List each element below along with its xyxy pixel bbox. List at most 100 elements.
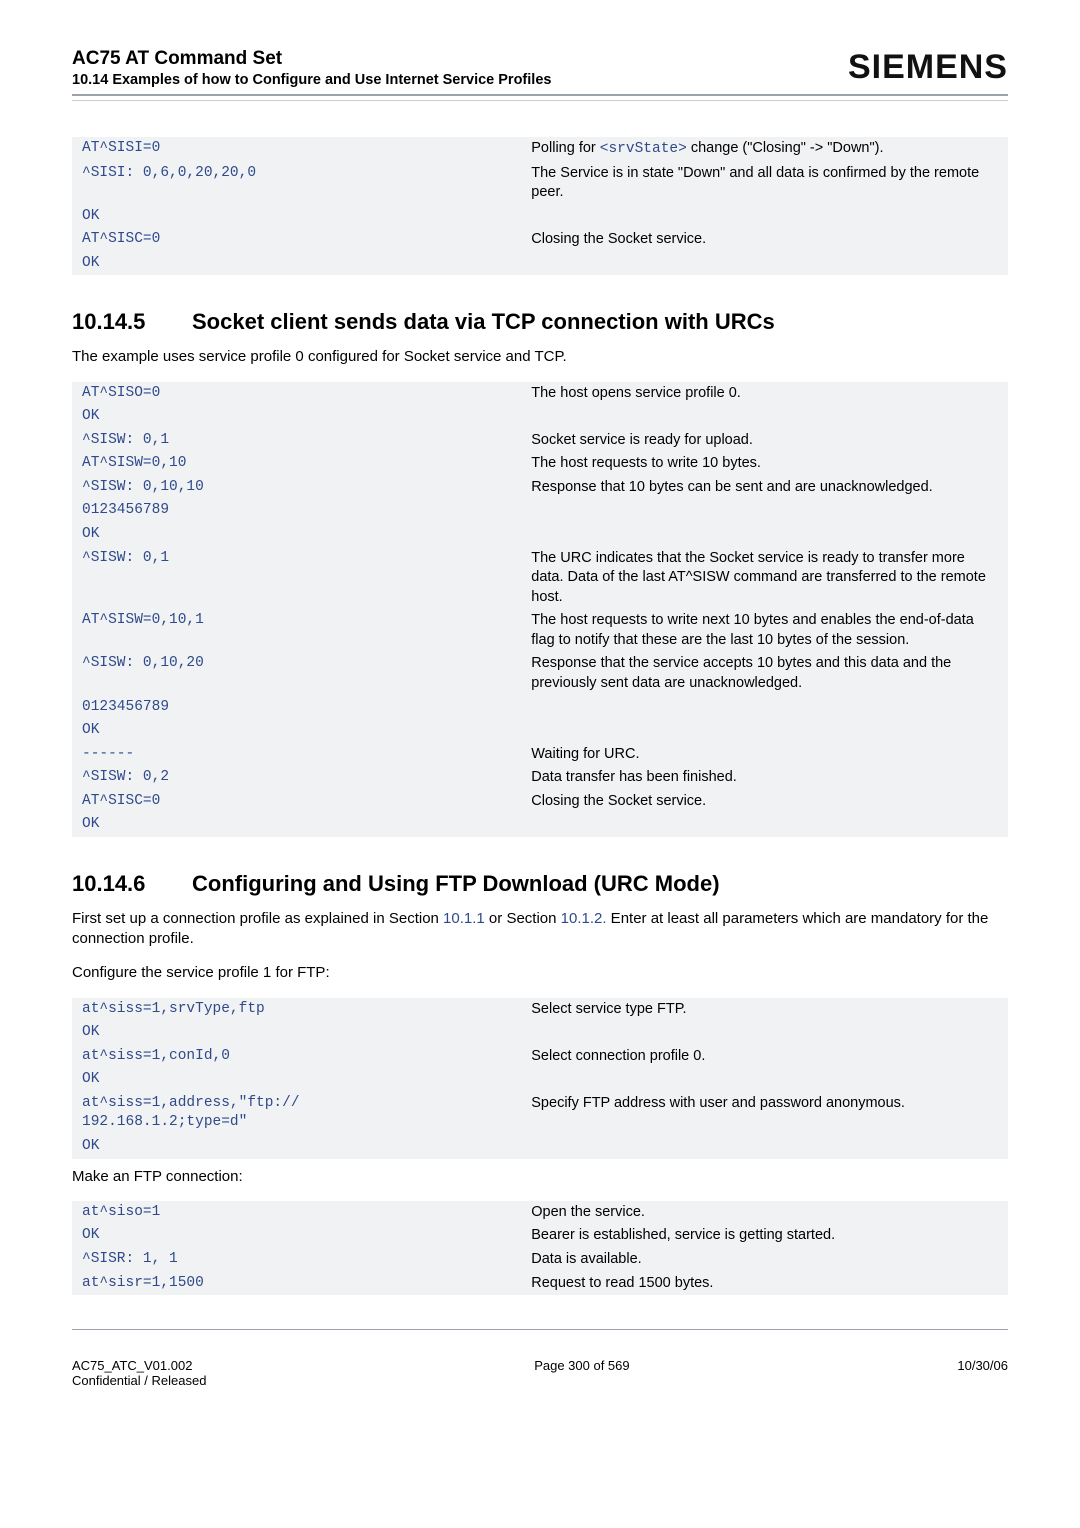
example-table-sec2b: at^siso=1Open the service. OKBearer is e… (72, 1201, 1008, 1295)
sub-caption: Make an FTP connection: (72, 1167, 1008, 1187)
code-cell: 0123456789 (72, 499, 521, 523)
code-cell: ^SISW: 0,10,20 (72, 652, 521, 695)
section-title: Configuring and Using FTP Download (URC … (192, 871, 720, 896)
code-cell: OK (72, 523, 521, 547)
section-number: 10.14.5 (72, 309, 192, 335)
footer-rule (72, 1329, 1008, 1330)
page-footer: AC75_ATC_V01.002 Confidential / Released… (72, 1358, 1008, 1388)
code-cell: at^siss=1,srvType,ftp (72, 998, 521, 1022)
desc-cell: The host opens service profile 0. (521, 382, 1008, 406)
code-cell: at^siss=1,address,"ftp:// 192.168.1.2;ty… (72, 1092, 521, 1135)
desc-cell (521, 252, 1008, 276)
desc-cell: Response that the service accepts 10 byt… (521, 652, 1008, 695)
doc-subtitle: 10.14 Examples of how to Configure and U… (72, 72, 551, 88)
table-row: OK (72, 405, 1008, 429)
desc-text: Polling for (531, 140, 600, 156)
desc-cell: Bearer is established, service is gettin… (521, 1224, 1008, 1248)
desc-cell: Select connection profile 0. (521, 1045, 1008, 1069)
desc-cell: The Service is in state "Down" and all d… (521, 162, 1008, 205)
code-cell: ^SISW: 0,1 (72, 429, 521, 453)
section-heading-10-14-5: 10.14.5Socket client sends data via TCP … (72, 309, 1008, 335)
desc-cell (521, 696, 1008, 720)
header-underline (72, 100, 1008, 101)
table-row: OKBearer is established, service is gett… (72, 1224, 1008, 1248)
desc-cell (521, 205, 1008, 229)
desc-cell: Closing the Socket service. (521, 228, 1008, 252)
code-cell: OK (72, 813, 521, 837)
code-cell: OK (72, 1021, 521, 1045)
code-cell: ^SISI: 0,6,0,20,20,0 (72, 162, 521, 205)
desc-cell: The URC indicates that the Socket servic… (521, 547, 1008, 610)
code-cell: OK (72, 1068, 521, 1092)
table-row: ------Waiting for URC. (72, 743, 1008, 767)
desc-cell: Response that 10 bytes can be sent and a… (521, 476, 1008, 500)
code-cell: ^SISW: 0,1 (72, 547, 521, 610)
code-cell: OK (72, 1224, 521, 1248)
page-header: AC75 AT Command Set 10.14 Examples of ho… (72, 48, 1008, 96)
table-row: OK (72, 252, 1008, 276)
code-cell: AT^SISI=0 (72, 137, 521, 162)
footer-doc-id: AC75_ATC_V01.002 (72, 1358, 206, 1373)
brand-logo: SIEMENS (848, 48, 1008, 87)
code-cell: AT^SISC=0 (72, 790, 521, 814)
table-row: at^siss=1,conId,0Select connection profi… (72, 1045, 1008, 1069)
desc-cell: Open the service. (521, 1201, 1008, 1225)
table-row: OK (72, 719, 1008, 743)
table-row: OK (72, 1135, 1008, 1159)
code-cell: AT^SISW=0,10 (72, 452, 521, 476)
table-row: AT^SISI=0 Polling for <srvState> change … (72, 137, 1008, 162)
desc-cell (521, 719, 1008, 743)
desc-cell: The host requests to write 10 bytes. (521, 452, 1008, 476)
intro-text: or Section (485, 910, 561, 927)
desc-cell (521, 1068, 1008, 1092)
code-cell: AT^SISW=0,10,1 (72, 609, 521, 652)
example-table-sec2a: at^siss=1,srvType,ftpSelect service type… (72, 998, 1008, 1159)
section-intro: First set up a connection profile as exp… (72, 909, 1008, 950)
table-row: 0123456789 (72, 696, 1008, 720)
desc-cell: Socket service is ready for upload. (521, 429, 1008, 453)
sub-caption: Configure the service profile 1 for FTP: (72, 963, 1008, 983)
table-row: ^SISW: 0,1The URC indicates that the Soc… (72, 547, 1008, 610)
desc-cell (521, 813, 1008, 837)
table-row: ^SISW: 0,1Socket service is ready for up… (72, 429, 1008, 453)
code-cell: AT^SISC=0 (72, 228, 521, 252)
code-cell: ^SISW: 0,2 (72, 766, 521, 790)
code-cell: at^siss=1,conId,0 (72, 1045, 521, 1069)
footer-left: AC75_ATC_V01.002 Confidential / Released (72, 1358, 206, 1388)
code-cell: OK (72, 205, 521, 229)
table-row: AT^SISC=0Closing the Socket service. (72, 790, 1008, 814)
section-link-10-1-2[interactable]: 10.1.2. (561, 910, 607, 927)
desc-cell: Select service type FTP. (521, 998, 1008, 1022)
code-cell: ------ (72, 743, 521, 767)
table-row: 0123456789 (72, 499, 1008, 523)
desc-cell (521, 1135, 1008, 1159)
desc-cell: Data transfer has been finished. (521, 766, 1008, 790)
desc-text: change ("Closing" -> "Down"). (687, 140, 884, 156)
intro-text: First set up a connection profile as exp… (72, 910, 443, 927)
table-row: ^SISW: 0,10,20Response that the service … (72, 652, 1008, 695)
desc-cell (521, 499, 1008, 523)
table-row: AT^SISW=0,10The host requests to write 1… (72, 452, 1008, 476)
footer-center: Page 300 of 569 (534, 1358, 629, 1388)
code-cell: at^siso=1 (72, 1201, 521, 1225)
desc-cell: Waiting for URC. (521, 743, 1008, 767)
table-row: OK (72, 1021, 1008, 1045)
table-row: at^siss=1,address,"ftp:// 192.168.1.2;ty… (72, 1092, 1008, 1135)
table-row: OK (72, 523, 1008, 547)
desc-cell: Polling for <srvState> change ("Closing"… (521, 137, 1008, 162)
desc-cell (521, 405, 1008, 429)
section-title: Socket client sends data via TCP connect… (192, 309, 775, 334)
desc-cell (521, 1021, 1008, 1045)
section-heading-10-14-6: 10.14.6Configuring and Using FTP Downloa… (72, 871, 1008, 897)
code-cell: OK (72, 252, 521, 276)
code-cell: ^SISR: 1, 1 (72, 1248, 521, 1272)
table-row: ^SISR: 1, 1Data is available. (72, 1248, 1008, 1272)
table-row: OK (72, 205, 1008, 229)
code-cell: OK (72, 1135, 521, 1159)
srvstate-link[interactable]: <srvState> (600, 141, 687, 157)
footer-confidential: Confidential / Released (72, 1373, 206, 1388)
section-link-10-1-1[interactable]: 10.1.1 (443, 910, 485, 927)
table-row: ^SISW: 0,10,10Response that 10 bytes can… (72, 476, 1008, 500)
table-row: at^siss=1,srvType,ftpSelect service type… (72, 998, 1008, 1022)
doc-title: AC75 AT Command Set (72, 48, 551, 70)
